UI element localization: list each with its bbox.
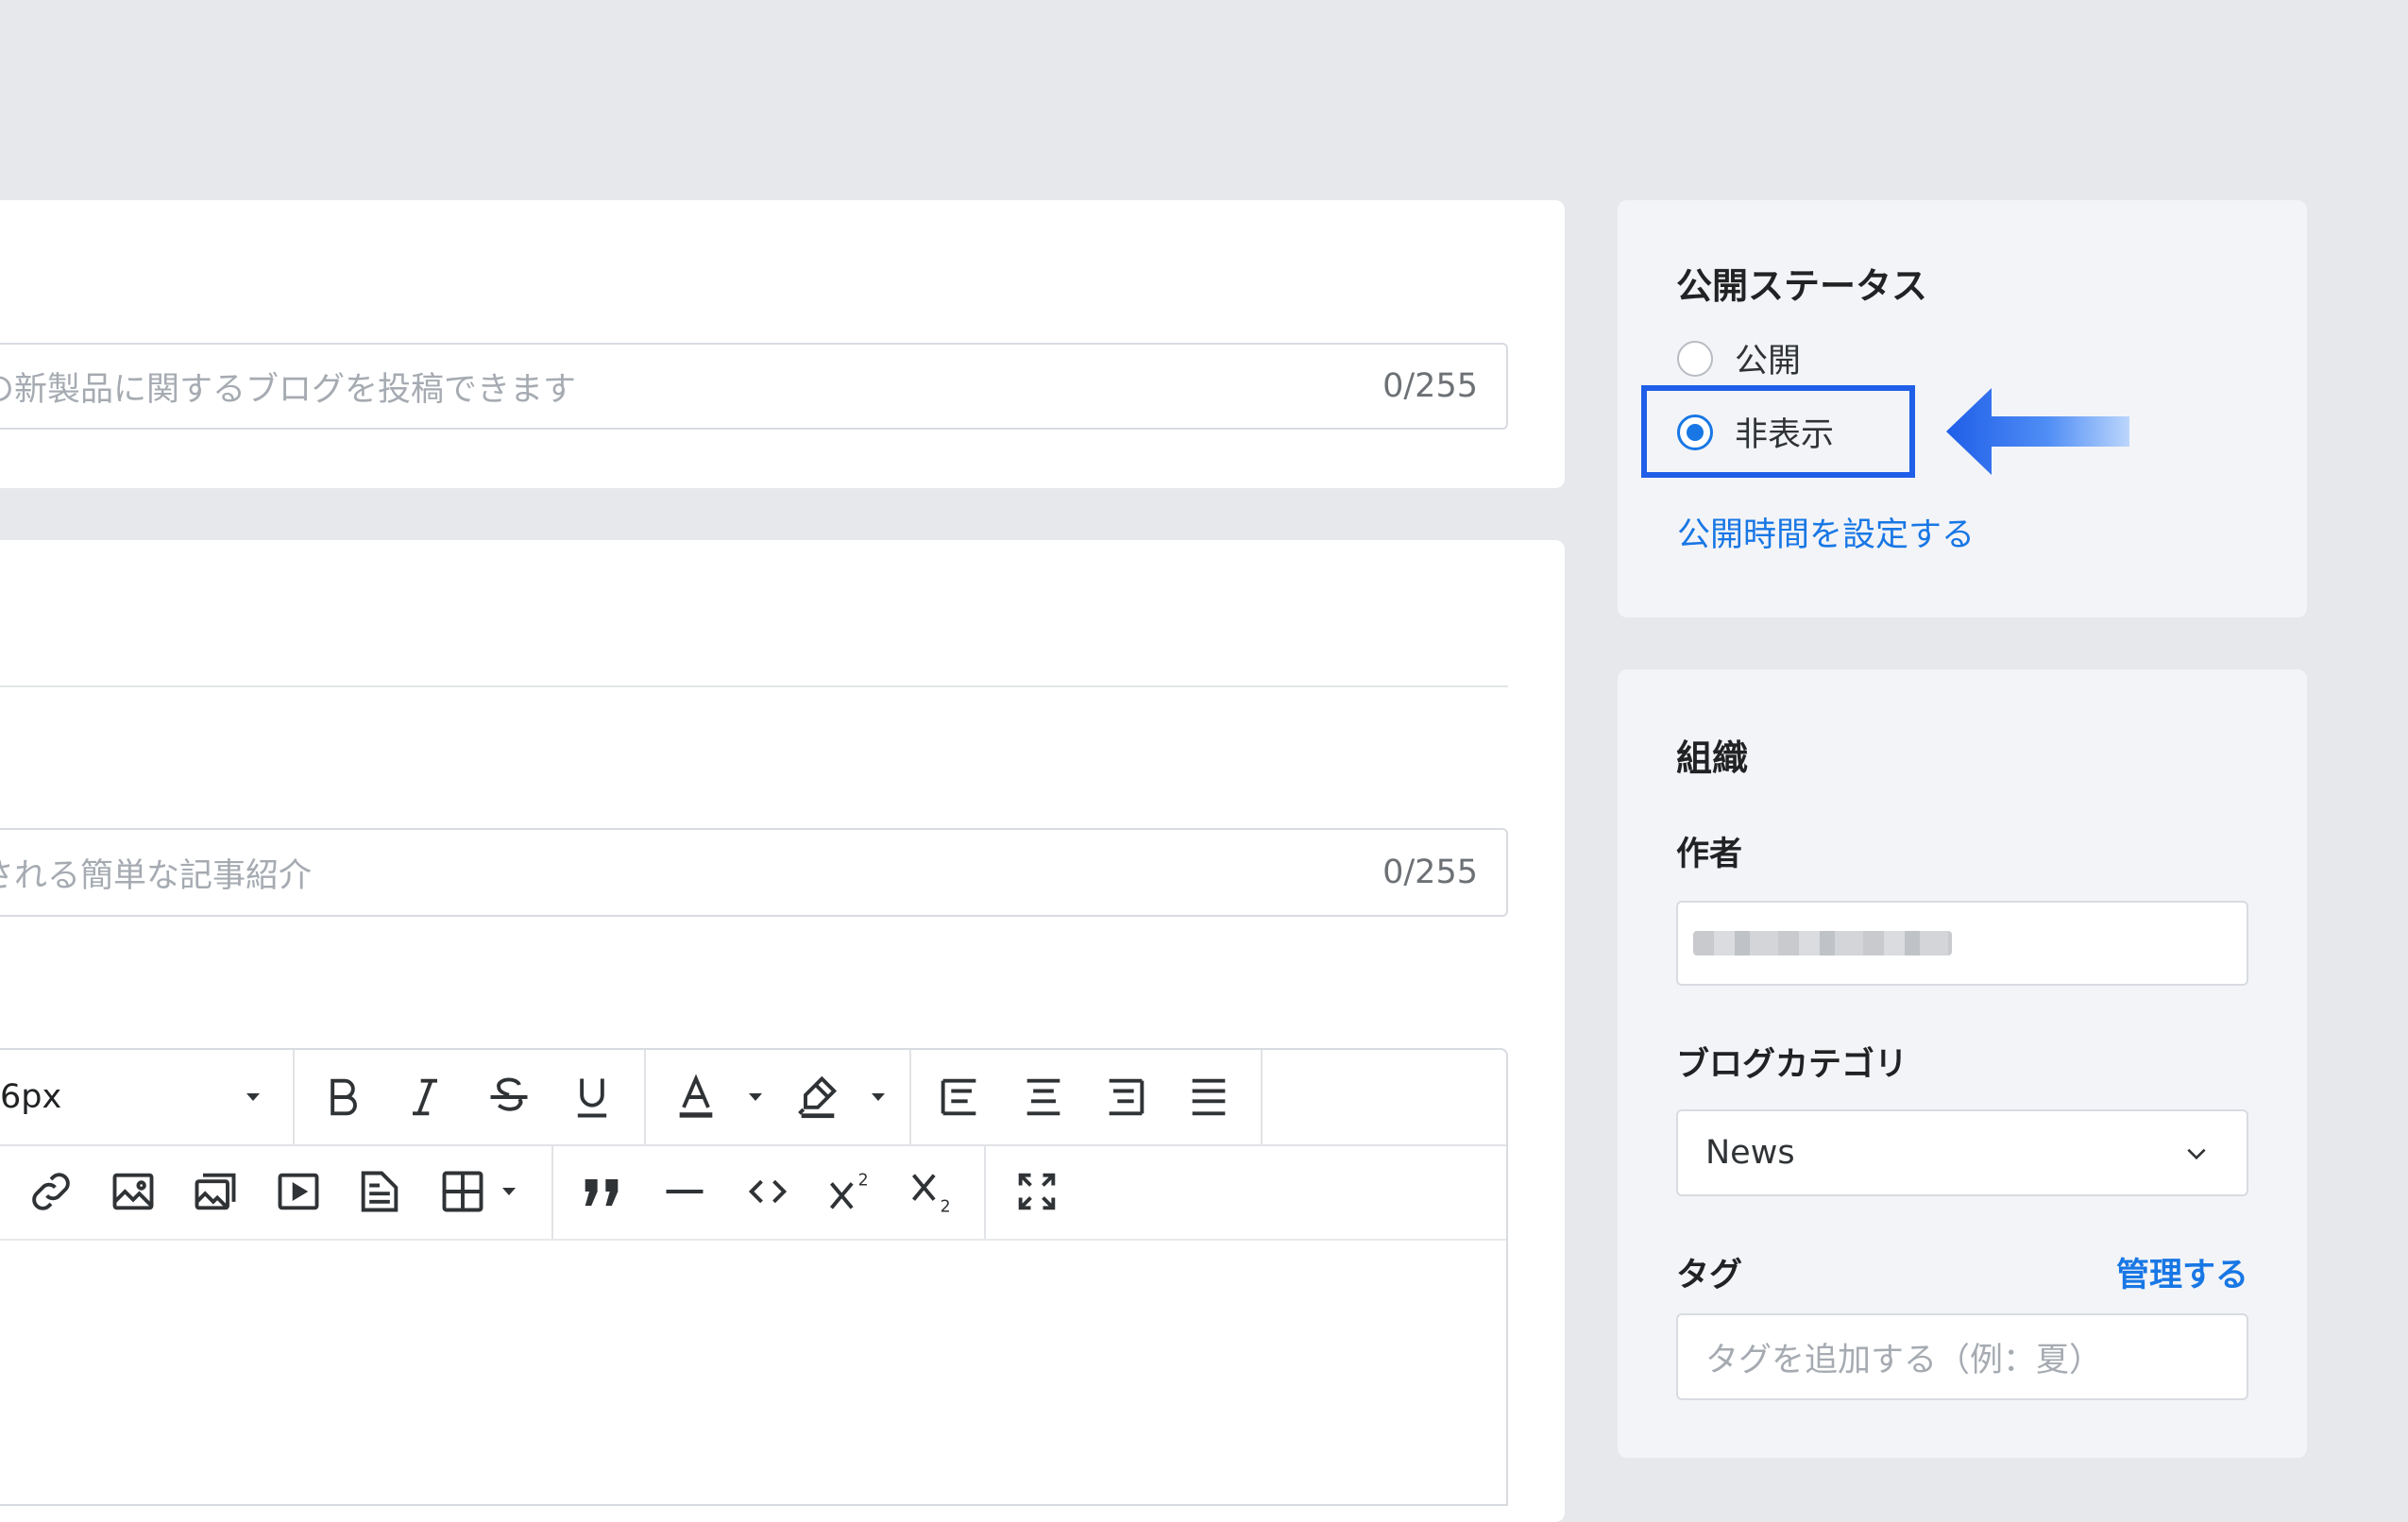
justify-icon[interactable] <box>1179 1067 1239 1127</box>
video-icon[interactable] <box>268 1161 329 1222</box>
content-divider <box>0 685 1508 687</box>
toolbar-separator <box>551 1144 553 1239</box>
toolbar-row-insert: 2 2 <box>0 1144 1506 1241</box>
underline-icon[interactable] <box>562 1067 622 1127</box>
author-field[interactable] <box>1676 901 2248 986</box>
author-value-redacted <box>1693 931 1952 955</box>
align-center-icon[interactable] <box>1013 1067 1074 1127</box>
highlight-caret-icon[interactable] <box>872 1093 885 1101</box>
superscript-icon[interactable]: 2 <box>820 1161 880 1222</box>
strikethrough-icon[interactable] <box>479 1067 539 1127</box>
toolbar-separator <box>644 1050 646 1144</box>
rich-text-editor[interactable]: 6px 2 2 <box>0 1048 1508 1506</box>
hidden-option-highlight <box>1641 385 1915 478</box>
tags-input-placeholder: タグを追加する（例：夏） <box>1705 1341 2103 1379</box>
subscript-icon[interactable]: 2 <box>902 1161 962 1222</box>
font-color-icon[interactable] <box>666 1067 726 1127</box>
author-label: 作者 <box>1676 836 1743 873</box>
category-select-value: News <box>1705 1134 1795 1172</box>
title-char-counter: 0/255 <box>1382 367 1478 405</box>
organization-title: 組織 <box>1676 737 1749 779</box>
highlight-icon[interactable] <box>788 1067 848 1127</box>
chevron-down-icon <box>2187 1148 2206 1160</box>
blockquote-icon[interactable] <box>571 1161 632 1222</box>
horizontal-rule-icon[interactable] <box>654 1161 715 1222</box>
radio-public[interactable] <box>1677 341 1713 377</box>
toolbar-separator <box>1261 1050 1263 1144</box>
schedule-publish-link[interactable]: 公開時間を設定する <box>1677 508 1975 556</box>
title-input-placeholder: の新製品に関するブログを投稿できます <box>0 370 577 409</box>
excerpt-char-counter: 0/255 <box>1382 854 1478 891</box>
tags-manage-link[interactable]: 管理する <box>2116 1248 2248 1296</box>
code-icon[interactable] <box>738 1161 798 1222</box>
table-caret-icon[interactable] <box>502 1188 516 1195</box>
toolbar-separator <box>984 1144 986 1239</box>
toolbar-separator <box>909 1050 911 1144</box>
category-select[interactable]: News <box>1676 1109 2248 1196</box>
align-left-icon[interactable] <box>929 1067 990 1127</box>
svg-text:2: 2 <box>941 1198 951 1216</box>
align-right-icon[interactable] <box>1095 1067 1156 1127</box>
table-icon[interactable] <box>432 1161 493 1222</box>
status-card: 公開ステータス 公開 非表示 公開時間を設定する <box>1618 200 2307 617</box>
title-card: の新製品に関するブログを投稿できます 0/255 <box>0 200 1565 488</box>
title-input[interactable]: の新製品に関するブログを投稿できます 0/255 <box>0 343 1508 430</box>
radio-public-label[interactable]: 公開 <box>1735 334 1801 382</box>
status-title: 公開ステータス <box>1676 265 1928 307</box>
font-size-caret-icon[interactable] <box>246 1093 260 1101</box>
category-label: ブログカテゴリ <box>1676 1046 1908 1084</box>
image-icon[interactable] <box>103 1161 163 1222</box>
pointer-arrow-icon <box>1946 388 2129 475</box>
excerpt-input-placeholder: される簡単な記事紹介 <box>0 856 313 895</box>
font-color-caret-icon[interactable] <box>749 1093 762 1101</box>
svg-text:2: 2 <box>858 1172 869 1191</box>
excerpt-input[interactable]: される簡単な記事紹介 0/255 <box>0 828 1508 917</box>
document-icon[interactable] <box>349 1161 410 1222</box>
tags-label: タグ <box>1676 1257 1743 1294</box>
font-size-select[interactable]: 6px <box>0 1078 61 1116</box>
gallery-icon[interactable] <box>185 1161 246 1222</box>
toolbar-row-formatting: 6px <box>0 1050 1506 1146</box>
organization-card: 組織 作者 ブログカテゴリ News タグ 管理する タグを追加する（例：夏） <box>1618 669 2307 1458</box>
fullscreen-icon[interactable] <box>1007 1161 1067 1222</box>
toolbar-separator <box>293 1050 295 1144</box>
link-icon[interactable] <box>21 1161 81 1222</box>
bold-icon[interactable] <box>313 1067 373 1127</box>
tags-input[interactable]: タグを追加する（例：夏） <box>1676 1313 2248 1400</box>
italic-icon[interactable] <box>395 1067 455 1127</box>
